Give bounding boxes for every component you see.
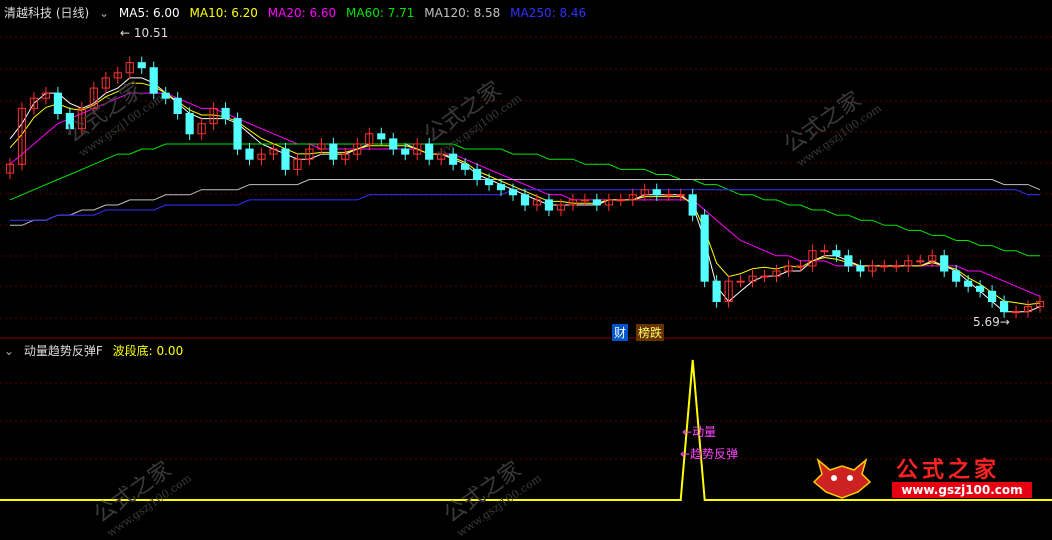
finance-badge[interactable]: 财 (612, 324, 629, 341)
candle-body (472, 168, 482, 181)
candle-body (580, 199, 589, 202)
momentum-annotation: ←动量 (682, 425, 717, 439)
candle-body (221, 107, 230, 120)
candle-body (377, 133, 386, 140)
high-price-label: ← 10.51 (120, 26, 169, 40)
site-logo[interactable]: 公式之家 www.gszj100.com (812, 452, 1048, 502)
candle-body (664, 194, 673, 197)
candle-body (736, 280, 745, 283)
candle-body (53, 92, 62, 114)
candle-body (892, 265, 901, 268)
stock-title: 清越科技 (日线) (4, 6, 90, 20)
chevron-down-icon[interactable]: ⌄ (99, 6, 109, 20)
candle-body (616, 199, 625, 202)
grid (0, 36, 1052, 460)
candle-body (652, 189, 661, 196)
candle-body (508, 189, 518, 196)
candle-body (760, 275, 769, 278)
chart-canvas (0, 36, 1052, 501)
candle-body (149, 67, 158, 94)
chevron-down-icon[interactable]: ⌄ (4, 344, 14, 358)
candle-body (988, 290, 997, 303)
ma60-label: MA60: 7.71 (346, 6, 415, 20)
candle-body (880, 265, 889, 268)
candle-body (425, 143, 434, 160)
candle-body (329, 143, 338, 160)
drop-list-badge[interactable]: 榜跌 (636, 324, 665, 341)
candle-body (916, 260, 925, 263)
candle-body (676, 194, 685, 197)
candle-body (796, 265, 805, 268)
logo-url: www.gszj100.com (892, 482, 1032, 498)
candle-body (520, 194, 530, 206)
main-header: 清越科技 (日线) ⌄ MA5: 6.00 MA10: 6.20 MA20: 6… (4, 4, 592, 21)
candle-body (449, 153, 458, 165)
candle-body (844, 255, 853, 267)
sub-header: ⌄ 动量趋势反弹F 波段底: 0.00 (4, 342, 189, 359)
candle-body (820, 250, 829, 253)
candle-body (856, 265, 865, 272)
indicator-value: 波段底: 0.00 (112, 344, 184, 358)
candle-body (233, 118, 242, 150)
trend-rebound-annotation: ←趋势反弹 (680, 447, 739, 461)
ma5-label: MA5: 6.00 (118, 6, 180, 20)
ma20-label: MA20: 6.60 (267, 6, 337, 20)
candle-body (688, 194, 697, 216)
ma250-label: MA250: 8.46 (510, 6, 587, 20)
candle-body (999, 301, 1009, 313)
candle-body (952, 270, 961, 282)
bull-logo-icon (812, 457, 872, 499)
logo-title: 公式之家 (896, 458, 1001, 483)
candle-body (1011, 311, 1021, 314)
candle-body (281, 148, 290, 170)
candle-body (940, 255, 949, 272)
indicator-title: 动量趋势反弹F (23, 344, 103, 358)
candle-body (185, 112, 194, 135)
candle-body (544, 199, 554, 211)
candle-body (173, 97, 182, 114)
candle-body (245, 148, 254, 160)
candle-body (65, 112, 74, 130)
candle-body (712, 280, 721, 303)
ma120-label: MA120: 8.58 (424, 6, 501, 20)
low-price-label: 5.69→ (973, 315, 1010, 329)
candle-body (389, 138, 398, 150)
candle-body (964, 280, 973, 287)
candle-body (484, 179, 494, 186)
candle-body (592, 199, 601, 206)
candles (5, 56, 1045, 318)
candle-body (700, 214, 709, 282)
candle-body (161, 92, 170, 99)
ma10-label: MA10: 6.20 (189, 6, 258, 20)
candle-body (137, 62, 146, 69)
candle-body (401, 148, 410, 155)
candle-body (832, 250, 841, 257)
candle-body (976, 285, 985, 292)
candle-body (496, 184, 506, 191)
candle-body (461, 163, 470, 170)
